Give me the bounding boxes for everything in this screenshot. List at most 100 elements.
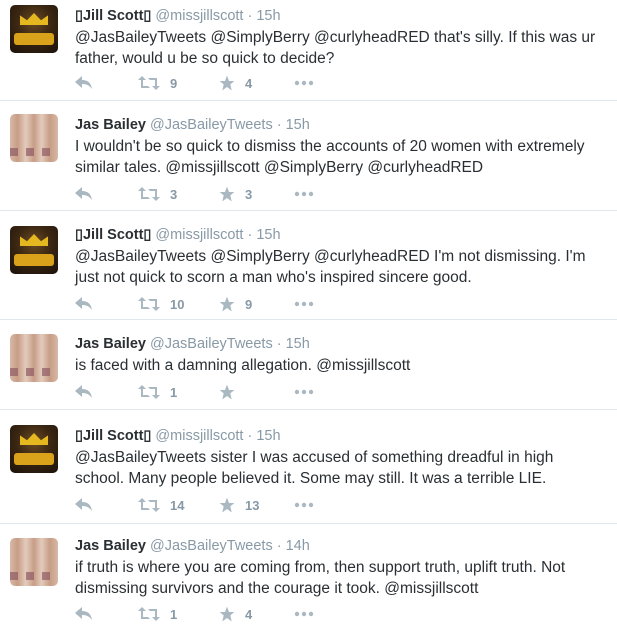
- retweet-count: 9: [170, 75, 178, 91]
- avatar[interactable]: [10, 114, 58, 162]
- more-button[interactable]: [294, 495, 314, 515]
- avatar[interactable]: [10, 425, 58, 473]
- more-icon: [294, 301, 314, 307]
- author-handle[interactable]: @missjillscott: [155, 8, 243, 24]
- tweet-header: ▯Jill Scott▯ @missjillscott · 15h: [75, 427, 605, 445]
- author-name[interactable]: Jas Bailey: [75, 336, 146, 352]
- tweet-header: ▯Jill Scott▯ @missjillscott · 15h: [75, 7, 605, 25]
- reply-button[interactable]: [75, 294, 93, 314]
- more-button[interactable]: [294, 294, 314, 314]
- tweet-text: @JasBaileyTweets @SimplyBerry @curlyhead…: [75, 248, 586, 286]
- avatar[interactable]: [10, 334, 58, 382]
- tweet: Jas Bailey @JasBaileyTweets · 15h is fac…: [0, 320, 617, 410]
- reply-icon: [75, 76, 92, 89]
- author-name[interactable]: ▯Jill Scott▯: [75, 8, 151, 24]
- author-name[interactable]: Jas Bailey: [75, 117, 146, 133]
- tweet: ▯Jill Scott▯ @missjillscott · 15h @JasBa…: [0, 0, 617, 101]
- retweet-button[interactable]: 3: [138, 184, 177, 204]
- retweet-icon: [138, 607, 160, 621]
- reply-icon: [75, 498, 92, 511]
- retweet-count: 1: [170, 384, 178, 400]
- separator-dot: ·: [243, 428, 257, 444]
- star-icon: [219, 296, 235, 312]
- star-icon: [219, 186, 235, 202]
- avatar[interactable]: [10, 538, 58, 586]
- retweet-count: 1: [170, 606, 178, 622]
- reply-button[interactable]: [75, 73, 93, 93]
- more-icon: [294, 191, 314, 197]
- reply-button[interactable]: [75, 382, 93, 402]
- tweet-timestamp[interactable]: 15h: [256, 8, 280, 24]
- favorite-button[interactable]: 9: [219, 294, 252, 314]
- reply-icon: [75, 187, 92, 200]
- favorite-count: 9: [245, 296, 253, 312]
- tweet-header: Jas Bailey @JasBaileyTweets · 14h: [75, 537, 605, 555]
- separator-dot: ·: [272, 117, 286, 133]
- retweet-button[interactable]: 14: [138, 495, 184, 515]
- reply-icon: [75, 607, 92, 620]
- separator-dot: ·: [243, 8, 257, 24]
- tweet-timestamp[interactable]: 14h: [286, 538, 310, 554]
- author-handle[interactable]: @missjillscott: [155, 227, 243, 243]
- avatar[interactable]: [10, 5, 58, 53]
- more-button[interactable]: [294, 73, 314, 93]
- more-icon: [294, 502, 314, 508]
- author-handle[interactable]: @JasBaileyTweets: [150, 117, 273, 133]
- retweet-button[interactable]: 1: [138, 604, 177, 624]
- reply-button[interactable]: [75, 184, 93, 204]
- reply-button[interactable]: [75, 495, 93, 515]
- author-handle[interactable]: @JasBaileyTweets: [150, 538, 273, 554]
- tweet-timestamp[interactable]: 15h: [256, 428, 280, 444]
- author-handle[interactable]: @JasBaileyTweets: [150, 336, 273, 352]
- favorite-count: 13: [245, 497, 260, 513]
- favorite-button[interactable]: 4: [219, 73, 252, 93]
- tweet-header: Jas Bailey @JasBaileyTweets · 15h: [75, 116, 605, 134]
- author-name[interactable]: ▯Jill Scott▯: [75, 227, 151, 243]
- retweet-count: 10: [170, 296, 185, 312]
- favorite-button[interactable]: 3: [219, 184, 252, 204]
- author-name[interactable]: ▯Jill Scott▯: [75, 428, 151, 444]
- tweet: Jas Bailey @JasBaileyTweets · 15h I woul…: [0, 101, 617, 211]
- star-icon: [219, 384, 235, 400]
- favorite-button[interactable]: 13: [219, 495, 259, 515]
- reply-button[interactable]: [75, 604, 93, 624]
- tweet: ▯Jill Scott▯ @missjillscott · 15h @JasBa…: [0, 410, 617, 524]
- tweet: Jas Bailey @JasBaileyTweets · 14h if tru…: [0, 524, 617, 633]
- more-icon: [294, 389, 314, 395]
- reply-icon: [75, 385, 92, 398]
- favorite-button[interactable]: [219, 382, 245, 402]
- star-icon: [219, 497, 235, 513]
- tweet-timeline: ▯Jill Scott▯ @missjillscott · 15h @JasBa…: [0, 0, 617, 633]
- retweet-count: 3: [170, 186, 178, 202]
- favorite-count: 3: [245, 186, 253, 202]
- avatar[interactable]: [10, 226, 58, 274]
- separator-dot: ·: [272, 336, 286, 352]
- author-name[interactable]: Jas Bailey: [75, 538, 146, 554]
- more-icon: [294, 80, 314, 86]
- reply-icon: [75, 297, 92, 310]
- tweet-text: @JasBaileyTweets @SimplyBerry @curlyhead…: [75, 29, 596, 67]
- favorite-button[interactable]: 4: [219, 604, 252, 624]
- retweet-count: 14: [170, 497, 185, 513]
- star-icon: [219, 606, 235, 622]
- tweet-timestamp[interactable]: 15h: [256, 227, 280, 243]
- tweet-timestamp[interactable]: 15h: [286, 336, 310, 352]
- more-button[interactable]: [294, 184, 314, 204]
- star-icon: [219, 75, 235, 91]
- separator-dot: ·: [243, 227, 257, 243]
- retweet-icon: [138, 385, 160, 399]
- tweet-header: ▯Jill Scott▯ @missjillscott · 15h: [75, 226, 605, 244]
- retweet-button[interactable]: 1: [138, 382, 177, 402]
- more-button[interactable]: [294, 604, 314, 624]
- retweet-icon: [138, 76, 160, 90]
- tweet-text: if truth is where you are coming from, t…: [75, 559, 566, 597]
- tweet: ▯Jill Scott▯ @missjillscott · 15h @JasBa…: [0, 211, 617, 320]
- favorite-count: 4: [245, 606, 253, 622]
- tweet-timestamp[interactable]: 15h: [286, 117, 310, 133]
- more-button[interactable]: [294, 382, 314, 402]
- retweet-button[interactable]: 10: [138, 294, 184, 314]
- retweet-button[interactable]: 9: [138, 73, 177, 93]
- author-handle[interactable]: @missjillscott: [155, 428, 243, 444]
- more-icon: [294, 611, 314, 617]
- tweet-header: Jas Bailey @JasBaileyTweets · 15h: [75, 335, 605, 353]
